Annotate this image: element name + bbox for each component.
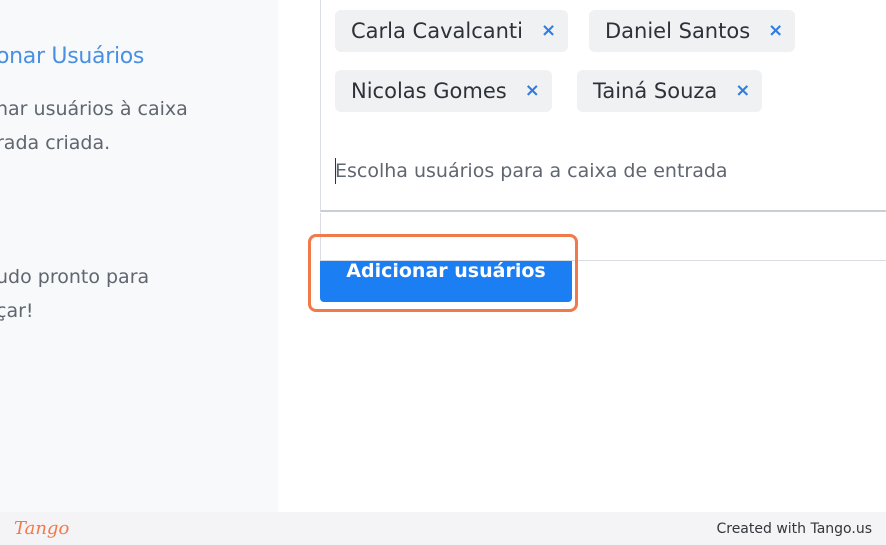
user-chip: Daniel Santos ×: [589, 10, 796, 52]
wizard-steps-panel: onar Usuários nar usuários à caixa rada …: [0, 0, 278, 512]
user-chip: Nicolas Gomes ×: [335, 70, 552, 112]
tango-logo: Tango: [14, 518, 70, 539]
step-description-line: nar usuários à caixa: [0, 98, 188, 120]
screenshot-stage: onar Usuários nar usuários à caixa rada …: [0, 0, 886, 545]
dropdown-strip: [320, 213, 886, 261]
remove-user-icon[interactable]: ×: [735, 82, 750, 100]
footer-credit: Created with Tango.us: [716, 520, 872, 537]
user-selector[interactable]: Carla Cavalcanti × Daniel Santos × Nicol…: [320, 0, 886, 212]
text-caret: [335, 158, 336, 184]
step-ready-line: çar!: [0, 300, 34, 322]
step-ready-line: udo pronto para: [0, 266, 150, 288]
user-chip-label: Daniel Santos: [605, 19, 751, 43]
remove-user-icon[interactable]: ×: [541, 22, 556, 40]
user-chip: Carla Cavalcanti ×: [335, 10, 569, 52]
step-title: onar Usuários: [0, 44, 145, 69]
user-chip-label: Tainá Souza: [593, 79, 718, 103]
step-description: nar usuários à caixa rada criada.: [0, 92, 256, 160]
step-ready-text: udo pronto para çar!: [0, 260, 256, 328]
form-panel: Carla Cavalcanti × Daniel Santos × Nicol…: [278, 0, 886, 512]
user-chip: Tainá Souza ×: [577, 70, 763, 112]
user-chip-label: Carla Cavalcanti: [351, 19, 523, 43]
footer: Tango Created with Tango.us: [0, 512, 886, 545]
remove-user-icon[interactable]: ×: [768, 22, 783, 40]
step-description-line: rada criada.: [0, 132, 111, 154]
user-search-input[interactable]: [335, 154, 875, 188]
remove-user-icon[interactable]: ×: [525, 82, 540, 100]
user-chip-label: Nicolas Gomes: [351, 79, 507, 103]
